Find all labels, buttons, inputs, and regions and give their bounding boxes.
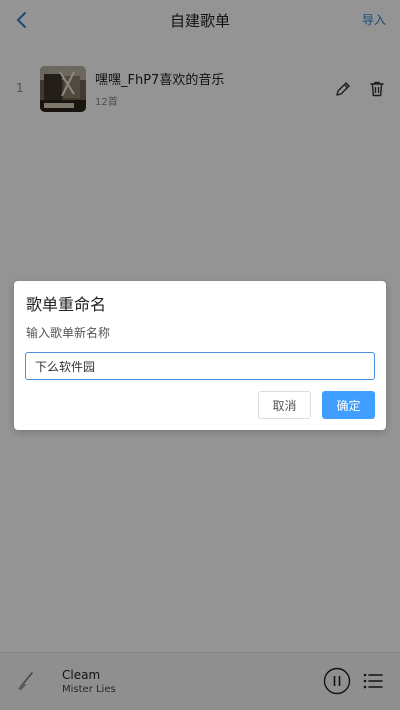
dialog-label: 输入歌单新名称 — [26, 326, 111, 340]
rename-dialog: 歌单重命名 输入歌单新名称 取消 确定 — [14, 281, 386, 430]
cancel-button[interactable]: 取消 — [258, 391, 311, 419]
confirm-button[interactable]: 确定 — [322, 391, 375, 419]
playlist-name-input[interactable] — [25, 352, 375, 380]
dialog-title: 歌单重命名 — [26, 295, 107, 314]
